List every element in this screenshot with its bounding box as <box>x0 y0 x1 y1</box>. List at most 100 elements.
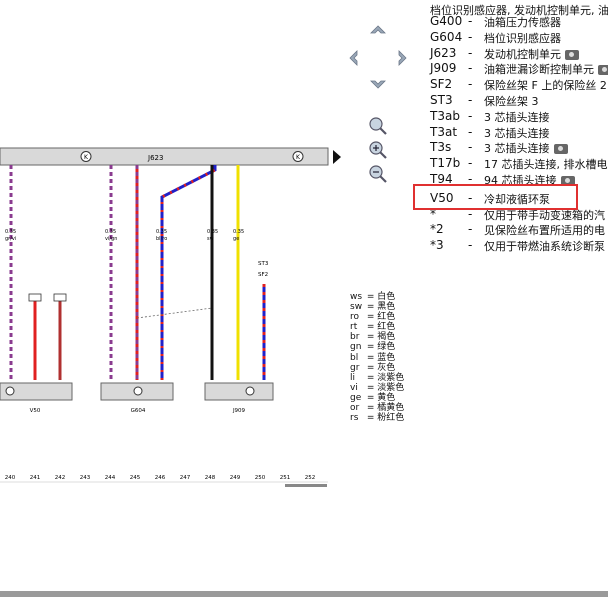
legend-code: T3at <box>430 124 458 139</box>
color-code-entry: br = 褐色 <box>350 332 396 343</box>
camera-icon[interactable] <box>553 144 568 155</box>
legend-desc-text: 油箱压力传感器 <box>484 16 561 29</box>
label-v50: V50 <box>30 408 41 414</box>
legend-row: T17b -17 芯插头连接, 排水槽电 <box>0 156 608 172</box>
color-abbr: br <box>350 332 360 343</box>
column-number: 248 <box>205 475 216 481</box>
column-number: 251 <box>280 475 291 481</box>
column-number: 246 <box>155 475 166 481</box>
legend-code: ST3 <box>430 93 453 107</box>
legend-desc-text: 仅用于带燃油系统诊断泵 <box>484 240 605 254</box>
legend-row: ST3 - 保险丝架 3 <box>0 93 608 109</box>
sf-label: SF2 <box>258 272 268 278</box>
legend-dash: - <box>468 93 473 107</box>
camera-icon[interactable] <box>598 65 608 76</box>
color-abbr: gn <box>350 342 362 353</box>
legend-code: T3ab <box>430 108 460 123</box>
legend-dash: - <box>468 238 473 253</box>
color-name: 粉红色 <box>377 413 405 424</box>
legend-desc-text: 油箱泄漏诊断控制单元 <box>484 63 594 77</box>
legend-dash: - <box>468 77 473 92</box>
color-abbr: rt <box>350 322 358 333</box>
legend-code: J909 <box>430 61 457 76</box>
color-code-entry: rs = 粉红色 <box>350 413 405 424</box>
legend-desc-text: 发动机控制单元 <box>484 47 561 61</box>
legend-desc: 见保险丝布置所适用的电 <box>484 222 605 238</box>
horizontal-scrollbar[interactable] <box>0 591 608 597</box>
legend-code: *2 <box>430 222 444 237</box>
legend-row: T3at -3 芯插头连接 <box>0 125 608 141</box>
color-abbr: gr <box>350 362 360 373</box>
legend-desc-text: 仅用于带手动变速箱的汽 <box>484 208 605 222</box>
legend-row: *3 - 仅用于带燃油系统诊断泵 <box>0 238 608 254</box>
legend-row: T3ab -3 芯插头连接 <box>0 109 608 125</box>
column-number: 242 <box>55 475 66 481</box>
color-name: 红色 <box>377 312 396 323</box>
legend-row: T3s -3 芯插头连接 <box>0 140 608 156</box>
scale-bar <box>285 484 327 487</box>
color-name: 灰色 <box>377 362 396 373</box>
legend-code: G604 <box>430 29 463 44</box>
color-code-entry: rt = 红色 <box>350 322 396 333</box>
color-code-entry: gn = 绿色 <box>350 342 396 353</box>
st-label: ST3 <box>258 261 269 267</box>
legend-desc: 保险丝架 F 上的保险丝 2 <box>484 77 607 93</box>
legend-desc-text: 3 芯插头连接 <box>484 126 550 140</box>
legend-row: SF2- 保险丝架 F 上的保险丝 2 <box>0 77 608 93</box>
legend-desc-text: 保险丝架 F 上的保险丝 2 <box>484 79 607 93</box>
legend-desc-text: 3 芯插头连接 <box>484 142 550 156</box>
legend-desc-text: 见保险丝布置所适用的电 <box>484 224 605 238</box>
component-j909-box <box>204 382 274 401</box>
column-number: 245 <box>130 475 141 481</box>
component-j909-marker <box>245 386 255 396</box>
legend-row: G604- 档位识别感应器 <box>0 30 608 46</box>
column-number: 247 <box>180 475 191 481</box>
legend-dash: - <box>468 140 473 155</box>
column-number: 241 <box>30 475 41 481</box>
legend-desc: 油箱压力传感器 <box>484 14 561 30</box>
column-number: 243 <box>80 475 91 481</box>
label-j909: J909 <box>232 408 246 414</box>
component-g604-marker <box>133 386 143 396</box>
legend-desc-text: 保险丝架 3 <box>484 95 539 108</box>
legend-dash: - <box>468 14 473 28</box>
column-number: 249 <box>230 475 241 481</box>
legend-desc: 发动机控制单元 <box>484 46 579 62</box>
legend-code: T17b <box>430 156 461 171</box>
color-abbr: rs <box>350 413 359 424</box>
color-name: 橘黄色 <box>377 403 405 414</box>
legend-desc: 3 芯插头连接 <box>484 140 568 156</box>
legend-dash: - <box>468 156 473 171</box>
legend-code: *3 <box>430 238 444 253</box>
color-abbr: vi <box>350 382 358 393</box>
column-number: 252 <box>305 475 316 481</box>
color-name: 淡紫色 <box>377 372 405 383</box>
legend-dash: - <box>468 29 473 44</box>
color-code-entry: ge = 黄色 <box>350 392 396 403</box>
legend-desc: 档位识别感应器 <box>484 30 561 46</box>
legend-code: G400 <box>430 14 463 28</box>
column-numbers: 240 241 242 243 244 245 246 247 248 249 250 251 252 <box>5 475 316 481</box>
color-name: 蓝色 <box>377 352 396 363</box>
color-name: 绿色 <box>377 342 396 353</box>
color-code-legend: ws = 白色 sw = 黑色 ro = 红色 rt = 红色 br = 褐色 gn = … <box>350 292 404 423</box>
column-number: 250 <box>255 475 266 481</box>
color-code-entry: gr = 灰色 <box>350 362 396 373</box>
column-number: 244 <box>105 475 116 481</box>
legend-desc-text: 档位识别感应器 <box>484 31 561 45</box>
legend-dash: - <box>468 45 473 60</box>
color-abbr: or <box>350 403 360 414</box>
legend-desc: 3 芯插头连接 <box>484 109 550 125</box>
legend-row: J623- 发动机控制单元 <box>0 46 608 62</box>
color-code-entry: sw = 黑色 <box>350 302 396 313</box>
color-abbr: sw <box>350 302 363 313</box>
legend-desc: 3 芯插头连接 <box>484 125 550 141</box>
color-code-entry: ro = 红色 <box>350 312 396 323</box>
label-g604: G604 <box>131 408 146 414</box>
color-code-entry: li = 淡紫色 <box>350 372 405 383</box>
wiring-diagram-viewer: K J623 K V50 G604 J909 0.35 gr/vi 0.35 v… <box>0 0 608 597</box>
camera-icon[interactable] <box>565 49 579 60</box>
color-abbr: bl <box>350 352 359 363</box>
legend-row: J909- 油箱泄漏诊断控制单元 <box>0 61 608 77</box>
highlight-box <box>413 184 578 210</box>
